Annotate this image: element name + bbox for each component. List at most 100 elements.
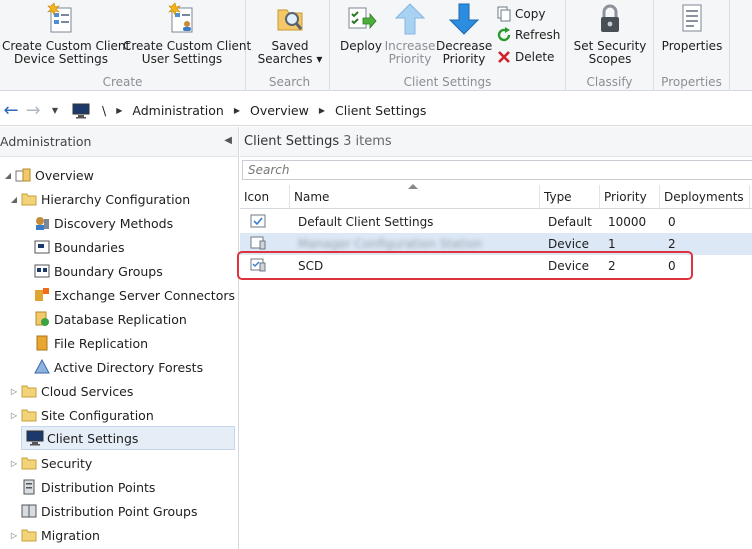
delete-button[interactable]: Delete (496, 47, 554, 67)
tree-item-label: Boundary Groups (54, 263, 163, 279)
tree-item-label: Distribution Point Groups (41, 503, 198, 519)
folder-icon (20, 455, 38, 471)
folder-icon (20, 407, 38, 423)
tree-item-boundaries[interactable]: Boundaries (33, 235, 124, 259)
padlock-icon (594, 2, 626, 36)
ad-forest-icon (33, 359, 51, 375)
tree-item-label: Distribution Points (41, 479, 156, 495)
saved-searches-label-2: Searches ▾ (257, 52, 323, 66)
row-icon-cell (246, 211, 286, 233)
overview-icon (14, 167, 32, 183)
tree-item-file-replication[interactable]: File Replication (33, 331, 148, 355)
breadcrumb-sep-icon[interactable]: ▶ (234, 106, 240, 115)
client-setting-icon (250, 214, 266, 231)
tree-item-overview[interactable]: ◢ Overview (2, 163, 94, 187)
create-device-label-2: Device Settings (13, 52, 109, 66)
copy-button[interactable]: Copy (496, 4, 545, 24)
tree-item-discovery-methods[interactable]: Discovery Methods (33, 211, 173, 235)
collapse-pane-icon[interactable]: ◀ (224, 135, 232, 146)
refresh-icon (496, 27, 512, 43)
ribbon: Create Custom Client Device Settings Cre… (0, 0, 752, 91)
tree-item-label: Discovery Methods (54, 215, 174, 231)
breadcrumb-sep-icon[interactable]: ▶ (319, 106, 325, 115)
tree-item-boundary-groups[interactable]: Boundary Groups (33, 259, 163, 283)
decrease-priority-label-2: Priority (442, 52, 486, 66)
column-header-type[interactable]: Type (540, 185, 600, 209)
tree-item-security[interactable]: ▷ Security (8, 451, 92, 475)
tree-item-active-directory-forests[interactable]: Active Directory Forests (33, 355, 203, 379)
tree-item-distribution-point-groups[interactable]: Distribution Point Groups (20, 499, 197, 523)
expanded-triangle-icon[interactable]: ◢ (2, 171, 14, 180)
search-input[interactable]: Search (242, 160, 752, 180)
column-header-icon[interactable]: Icon (240, 185, 290, 209)
back-arrow-icon[interactable]: ← (0, 100, 22, 122)
collapsed-triangle-icon[interactable]: ▷ (8, 459, 20, 468)
boundary-groups-icon (33, 263, 51, 279)
create-custom-client-user-settings-button[interactable]: Create Custom Client User Settings (123, 2, 251, 66)
column-header-priority[interactable]: Priority (600, 185, 660, 209)
create-device-label-1: Create Custom Client (2, 39, 131, 53)
tree-item-client-settings[interactable]: Client Settings (21, 426, 235, 450)
breadcrumb-root[interactable]: \ (102, 103, 106, 118)
refresh-button[interactable]: Refresh (496, 25, 560, 45)
tree-item-migration[interactable]: ▷ Migration (8, 523, 100, 547)
set-security-scopes-button[interactable]: Set Security Scopes (572, 2, 648, 66)
collapsed-triangle-icon[interactable]: ▷ (8, 531, 20, 540)
tree-item-hierarchy-configuration[interactable]: ◢ Hierarchy Configuration (8, 187, 190, 211)
row-type: Default (548, 215, 592, 229)
forward-arrow-icon[interactable]: → (22, 100, 44, 122)
navigation-pane-header: Administration ◀ (0, 127, 238, 157)
tree-item-label: Cloud Services (41, 383, 134, 399)
distribution-point-groups-icon (20, 503, 38, 519)
ribbon-group-classify: Set Security Scopes Classify (566, 0, 654, 91)
create-user-label-2: User Settings (141, 52, 223, 66)
folder-icon (20, 383, 38, 399)
breadcrumb-client-settings[interactable]: Client Settings (335, 103, 426, 118)
ribbon-group-properties: Properties Properties (654, 0, 730, 91)
properties-sheet-icon (676, 2, 708, 36)
tree-item-exchange-server-connectors[interactable]: Exchange Server Connectors (33, 283, 235, 307)
breadcrumb-sep-icon[interactable]: ▶ (116, 106, 122, 115)
increase-priority-label-1: Increase (384, 39, 436, 53)
delete-x-icon (496, 49, 512, 65)
navigation-pane-title: Administration (0, 134, 92, 149)
copy-label: Copy (515, 7, 546, 21)
group-label-create: Create (102, 75, 143, 89)
arrow-up-icon (394, 2, 426, 36)
history-dropdown-icon[interactable]: ▼ (44, 100, 66, 122)
breadcrumb-administration[interactable]: Administration (132, 103, 223, 118)
properties-button[interactable]: Properties (660, 2, 724, 53)
collapsed-triangle-icon[interactable]: ▷ (8, 411, 20, 420)
properties-label: Properties (661, 39, 723, 53)
client-settings-new-icon (45, 2, 77, 36)
highlight-annotation (237, 251, 693, 280)
increase-priority-label-2: Priority (388, 52, 432, 66)
decrease-priority-button[interactable]: Decrease Priority (436, 2, 492, 66)
tree-item-label: Hierarchy Configuration (41, 191, 191, 207)
tree-item-cloud-services[interactable]: ▷ Cloud Services (8, 379, 133, 403)
collapsed-triangle-icon[interactable]: ▷ (8, 387, 20, 396)
tree-item-label: Active Directory Forests (54, 359, 204, 375)
create-custom-client-device-settings-button[interactable]: Create Custom Client Device Settings (2, 2, 130, 66)
decrease-priority-label-1: Decrease (436, 39, 493, 53)
saved-searches-button[interactable]: Saved Searches ▾ (254, 2, 326, 66)
create-user-label-1: Create Custom Client (123, 39, 252, 53)
ribbon-group-client-settings: Deploy Increase Priority Decrease Priori… (330, 0, 566, 91)
address-bar: ← → ▼ \ ▶ Administration ▶ Overview ▶ Cl… (0, 96, 752, 126)
tree-item-site-configuration[interactable]: ▷ Site Configuration (8, 403, 154, 427)
group-label-client-settings: Client Settings (403, 75, 492, 89)
column-header-deployments[interactable]: Deployments (660, 185, 750, 209)
set-security-scopes-label-1: Set Security (573, 39, 647, 53)
increase-priority-button[interactable]: Increase Priority (384, 2, 436, 66)
deploy-button[interactable]: Deploy (336, 2, 386, 53)
tree-item-label: Client Settings (47, 430, 139, 446)
folder-icon (20, 527, 38, 543)
client-settings-icon (26, 430, 44, 446)
saved-searches-label-1: Saved (271, 39, 309, 53)
column-header-row: Icon Name Type Priority Deployments (240, 185, 752, 209)
table-row[interactable]: Default Client Settings Default 10000 0 (240, 211, 752, 233)
tree-item-distribution-points[interactable]: Distribution Points (20, 475, 155, 499)
expanded-triangle-icon[interactable]: ◢ (8, 195, 20, 204)
breadcrumb-overview[interactable]: Overview (250, 103, 309, 118)
tree-item-database-replication[interactable]: Database Replication (33, 307, 187, 331)
